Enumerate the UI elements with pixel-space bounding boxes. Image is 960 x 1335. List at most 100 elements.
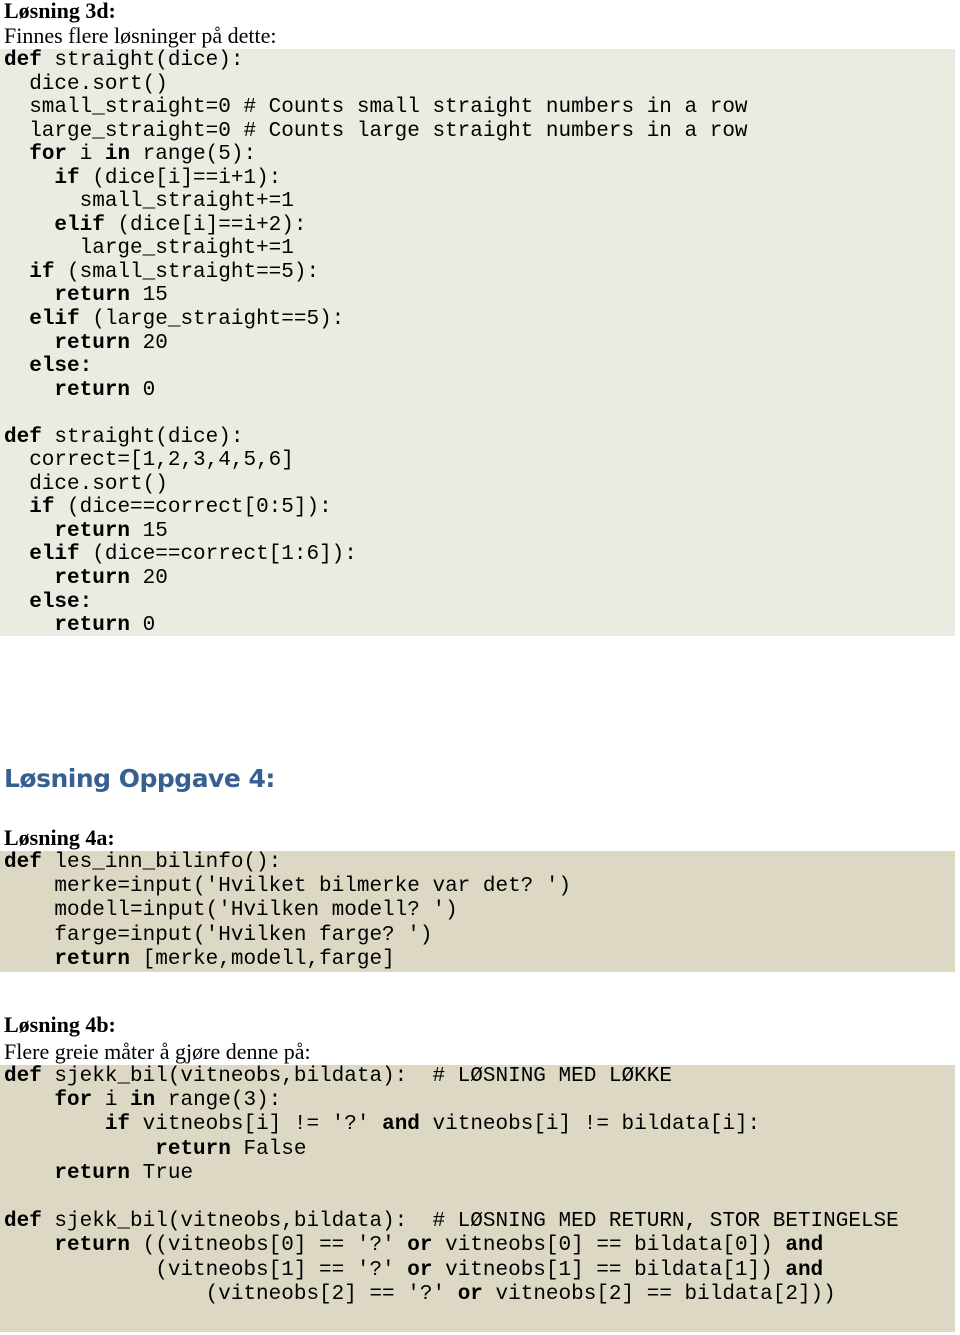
code-text: 20 <box>130 331 168 355</box>
code-line: def sjekk_bil(vitneobs,bildata): # LØSNI… <box>4 1210 955 1234</box>
code-line: def sjekk_bil(vitneobs,bildata): # LØSNI… <box>4 1065 955 1089</box>
code-keyword: in <box>104 143 131 167</box>
code-text: (dice[i]==i+2): <box>104 213 307 237</box>
code-block-3d: def straight(dice): dice.sort() small_st… <box>0 49 955 638</box>
code-keyword: if <box>29 260 55 284</box>
code-keyword: elif <box>29 308 80 332</box>
code-text: True <box>130 1161 194 1185</box>
code-line: correct=[1,2,3,4,5,6] <box>4 449 955 473</box>
code-text: sjekk_bil(vitneobs,bildata): # LØSNING M… <box>41 1210 899 1234</box>
code-line: small_straight+=1 <box>4 190 955 214</box>
code-line: farge=input('Hvilken farge? ') <box>4 924 955 948</box>
code-text: 15 <box>130 284 168 308</box>
code-text: range(3): <box>155 1089 282 1113</box>
code-keyword: if <box>54 166 80 190</box>
code-keyword: return <box>54 519 131 543</box>
code-keyword: in <box>130 1089 156 1113</box>
code-text: vitneobs[i] != '?' <box>130 1113 383 1137</box>
code-text: correct=[1,2,3,4,5,6] <box>4 449 294 473</box>
code-text: (dice[i]==i+1): <box>79 166 282 190</box>
code-keyword: return <box>54 614 131 638</box>
code-keyword: else: <box>29 590 93 614</box>
code-keyword: return <box>54 284 131 308</box>
code-keyword: or <box>457 1282 483 1306</box>
code-text: dice.sort() <box>4 72 168 96</box>
code-keyword: for <box>29 143 68 167</box>
code-text: les_inn_bilinfo(): <box>41 851 282 874</box>
code-line: dice.sort() <box>4 73 955 97</box>
code-line: if vitneobs[i] != '?' and vitneobs[i] !=… <box>4 1113 955 1137</box>
code-line: if (small_straight==5): <box>4 261 955 285</box>
code-keyword: def <box>4 1210 42 1234</box>
code-line: else: <box>4 355 955 379</box>
code-text: straight(dice): <box>41 49 244 72</box>
code-keyword: or <box>407 1258 433 1282</box>
code-keyword: for <box>54 1089 93 1113</box>
code-text: modell=input('Hvilken modell? ') <box>4 899 458 923</box>
code-line: return 0 <box>4 379 955 403</box>
code-keyword: return <box>54 567 131 591</box>
code-keyword: and <box>785 1234 824 1258</box>
heading-losning-4b: Løsning 4b: <box>4 1012 116 1037</box>
code-text: sjekk_bil(vitneobs,bildata): # LØSNING M… <box>41 1065 672 1088</box>
code-text: 20 <box>130 567 168 591</box>
code-text: i <box>67 143 105 167</box>
code-keyword: if <box>104 1113 131 1137</box>
code-line: return 15 <box>4 284 955 308</box>
code-text: merke=input('Hvilket bilmerke var det? '… <box>4 875 572 899</box>
code-text: False <box>230 1137 307 1161</box>
code-line: elif (dice==correct[1:6]): <box>4 543 955 567</box>
code-line: (vitneobs[2] == '?' or vitneobs[2] == bi… <box>4 1283 955 1307</box>
code-line: for i in range(3): <box>4 1089 955 1113</box>
code-line: elif (large_straight==5): <box>4 308 955 332</box>
code-line: return [merke,modell,farge] <box>4 948 955 972</box>
code-line: small_straight=0 # Counts small straight… <box>4 96 955 120</box>
code-text: (large_straight==5): <box>79 308 345 332</box>
code-text: large_straight=0 # Counts large straight… <box>4 119 748 143</box>
code-text: straight(dice): <box>41 425 244 449</box>
code-text: 15 <box>130 519 168 543</box>
code-text: dice.sort() <box>4 472 168 496</box>
code-text: (small_straight==5): <box>54 260 320 284</box>
code-keyword: return <box>54 1234 131 1258</box>
code-line: return ((vitneobs[0] == '?' or vitneobs[… <box>4 1234 955 1258</box>
code-line: large_straight+=1 <box>4 237 955 261</box>
code-text: vitneobs[2] == bildata[2])) <box>482 1282 836 1306</box>
intro-4b: Flere greie måter å gjøre denne på: <box>4 1039 311 1064</box>
code-line: return True <box>4 1162 955 1186</box>
code-line: return 20 <box>4 567 955 591</box>
code-line: for i in range(5): <box>4 143 955 167</box>
code-text: (dice==correct[0:5]): <box>54 496 332 520</box>
code-text: (dice==correct[1:6]): <box>79 543 357 567</box>
code-line: return 15 <box>4 520 955 544</box>
code-keyword: or <box>407 1234 433 1258</box>
code-keyword: else: <box>29 355 93 379</box>
code-line: def straight(dice): <box>4 49 955 73</box>
code-keyword: and <box>785 1258 824 1282</box>
code-line: modell=input('Hvilken modell? ') <box>4 899 955 923</box>
code-line: if (dice[i]==i+1): <box>4 167 955 191</box>
code-keyword: and <box>382 1113 420 1137</box>
code-text: small_straight=0 # Counts small straight… <box>4 96 748 120</box>
code-line: elif (dice[i]==i+2): <box>4 214 955 238</box>
code-keyword: elif <box>29 543 80 567</box>
code-text: vitneobs[0] == bildata[0]) <box>432 1234 786 1258</box>
code-keyword: return <box>54 947 131 971</box>
code-keyword: return <box>155 1137 231 1161</box>
